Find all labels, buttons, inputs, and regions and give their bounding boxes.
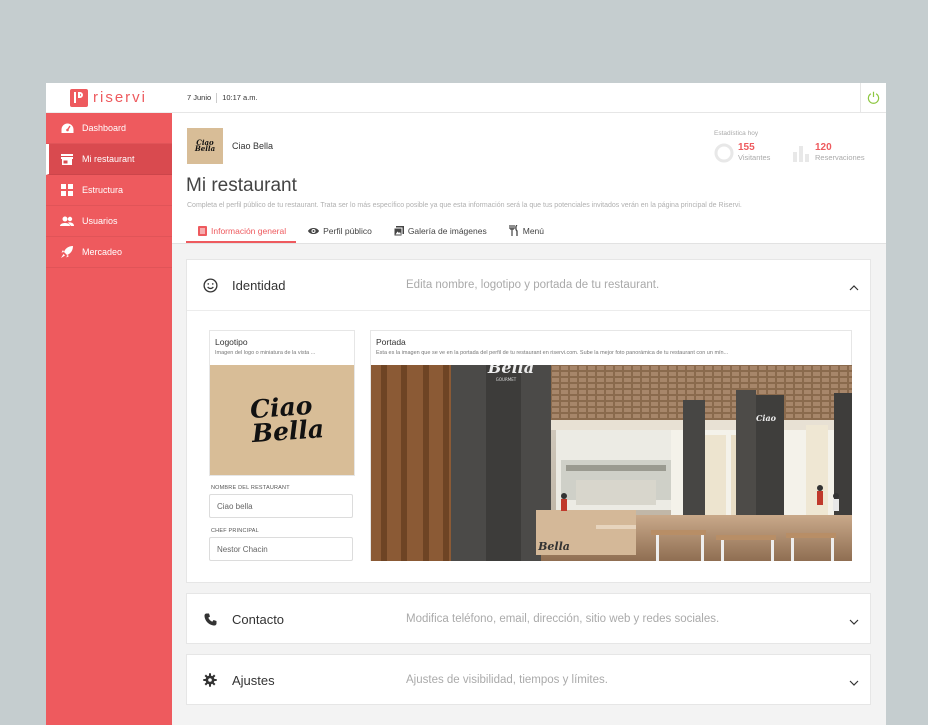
panel-description: Edita nombre, logotipo y portada de tu r…: [406, 279, 660, 291]
sidebar: riservi Dashboard Mi restaurant Estructu…: [46, 83, 172, 725]
logotipo-subtitle: Imagen del logo o miniatura de la vista …: [215, 350, 316, 356]
donut-chart-icon: [714, 143, 734, 163]
sidebar-item-label: Mi restaurant: [82, 154, 135, 164]
logotipo-card: Logotipo Imagen del logo o miniatura de …: [209, 330, 355, 476]
portada-title: Portada: [376, 337, 406, 347]
store-icon: [60, 152, 74, 166]
panel-ajustes-header[interactable]: Ajustes Ajustes de visibilidad, tiempos …: [187, 655, 870, 705]
panel-contacto[interactable]: Contacto Modifica teléfono, email, direc…: [186, 593, 871, 644]
chevron-down-icon[interactable]: [849, 614, 859, 625]
logotipo-title: Logotipo: [215, 337, 248, 347]
users-icon: [60, 214, 74, 228]
riservi-logo-icon: [70, 88, 88, 107]
power-icon: [867, 91, 880, 106]
tab-label: Galería de imágenes: [407, 225, 487, 236]
panel-ajustes[interactable]: Ajustes Ajustes de visibilidad, tiempos …: [186, 654, 871, 705]
chevron-up-icon[interactable]: [849, 280, 859, 291]
restaurant-name-input[interactable]: Ciao bella: [209, 494, 353, 518]
portada-subtitle: Esta es la imagen que se ve en la portad…: [376, 350, 729, 356]
brand-logo[interactable]: riservi: [46, 83, 172, 113]
svg-text:GOURMET: GOURMET: [496, 377, 517, 382]
current-date: 7 Junio: [187, 93, 212, 102]
sidebar-item-label: Mercadeo: [82, 247, 123, 257]
gear-icon: [202, 672, 218, 688]
chef-input[interactable]: Nestor Chacin: [209, 537, 353, 561]
panel-title: Identidad: [232, 277, 286, 293]
sidebar-item-label: Usuarios: [82, 216, 118, 226]
visitors-count: 155: [738, 142, 755, 154]
sidebar-item-mercadeo[interactable]: Mercadeo: [46, 237, 172, 268]
chevron-down-icon[interactable]: [849, 675, 859, 686]
utensils-icon: [509, 225, 519, 236]
brand-name: riservi: [93, 89, 147, 106]
panel-title: Contacto: [232, 611, 285, 627]
power-button[interactable]: [860, 83, 886, 113]
sidebar-item-label: Estructura: [82, 185, 124, 195]
document-icon: [198, 225, 207, 236]
tab-bar: Información general Perfil público Galer…: [186, 225, 556, 243]
reservations-count: 120: [815, 142, 832, 153]
svg-text:Bella: Bella: [487, 365, 534, 377]
stat-visitors: 155 Visitantes: [714, 143, 770, 163]
chef-label: CHEF PRINCIPAL: [211, 528, 259, 534]
restaurant-name: Ciao Bella: [232, 141, 274, 151]
svg-text:Ciao: Ciao: [756, 413, 777, 423]
panel-title: Ajustes: [232, 672, 275, 688]
svg-text:Bella: Bella: [537, 540, 570, 553]
phone-icon: [202, 611, 218, 627]
logotipo-image[interactable]: Ciao Bella: [210, 365, 354, 475]
tab-label: Perfil público: [323, 225, 372, 236]
reservations-label: Reservaciones: [815, 153, 865, 162]
restaurant-logo-thumbnail: Ciao Bella: [187, 128, 223, 164]
tab-menu[interactable]: Menú: [499, 225, 554, 243]
visitors-label: Visitantes: [738, 153, 771, 163]
panel-description: Ajustes de visibilidad, tiempos y límite…: [406, 674, 608, 686]
page-title: Mi restaurant: [186, 175, 297, 196]
sidebar-item-usuarios[interactable]: Usuarios: [46, 206, 172, 237]
sidebar-item-dashboard[interactable]: Dashboard: [46, 113, 172, 144]
portada-image[interactable]: Bella GOURMET Bella Ciao: [371, 365, 852, 561]
sidebar-item-label: Dashboard: [82, 123, 127, 133]
tab-label: Menú: [522, 225, 544, 236]
sidebar-item-estructura[interactable]: Estructura: [46, 175, 172, 206]
page-header: Ciao Bella Ciao Bella Estadística hoy 155…: [172, 113, 886, 244]
stats-label: Estadística hoy: [714, 130, 759, 137]
smiley-icon: [202, 277, 218, 293]
bar-chart-icon: [793, 144, 811, 162]
gallery-icon: [393, 225, 404, 236]
app-window: riservi Dashboard Mi restaurant Estructu…: [46, 83, 886, 725]
nombre-label: NOMBRE DEL RESTAURANT: [211, 485, 290, 491]
panel-identidad: Identidad Edita nombre, logotipo y porta…: [186, 259, 871, 583]
panel-contacto-header[interactable]: Contacto Modifica teléfono, email, direc…: [187, 594, 870, 644]
tab-perfil-publico[interactable]: Perfil público: [298, 225, 382, 243]
tab-galeria-de-imagenes[interactable]: Galería de imágenes: [384, 225, 497, 243]
portada-card: Portada Esta es la imagen que se ve en l…: [370, 330, 852, 561]
page-description: Completa el perfil público de tu restaur…: [187, 202, 742, 209]
divider: [216, 92, 218, 103]
divider: [187, 310, 870, 311]
eye-icon: [308, 227, 320, 235]
tab-informacion-general[interactable]: Información general: [186, 225, 297, 243]
sidebar-item-mi-restaurant[interactable]: Mi restaurant: [46, 144, 172, 175]
tab-label: Información general: [211, 225, 287, 236]
rocket-icon: [60, 245, 74, 259]
stat-reservations: 120 Reservaciones: [793, 143, 865, 163]
current-time: 10:17 a.m.: [222, 93, 258, 102]
topbar: 7 Junio 10:17 a.m.: [172, 83, 886, 113]
panel-identidad-header[interactable]: Identidad Edita nombre, logotipo y porta…: [187, 260, 870, 310]
logo-wordmark: Ciao Bella: [249, 391, 325, 449]
dashboard-icon: [60, 121, 74, 135]
grid-icon: [60, 183, 74, 197]
panel-description: Modifica teléfono, email, dirección, sit…: [406, 613, 720, 625]
